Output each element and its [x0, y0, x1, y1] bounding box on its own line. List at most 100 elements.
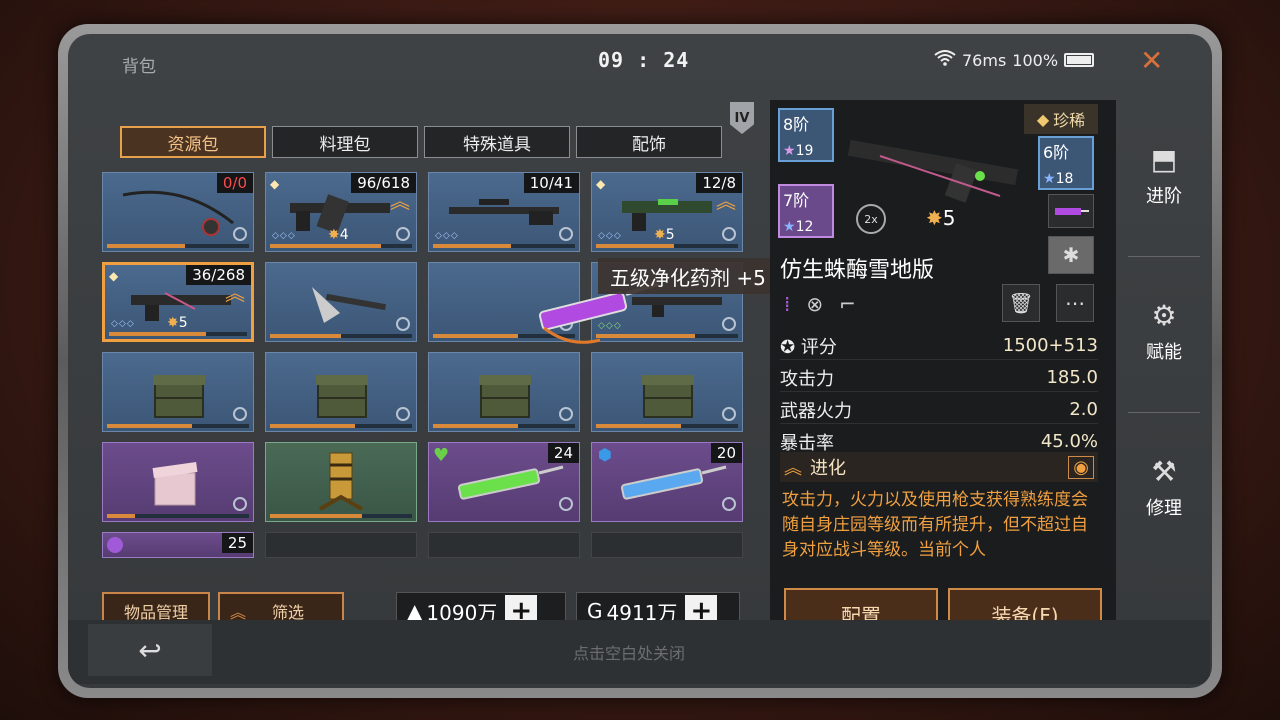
diamond-icon: ◆: [270, 177, 280, 191]
quality-dots: ◇◇◇: [435, 231, 459, 241]
more-button[interactable]: ⋯: [1056, 284, 1094, 322]
crate-icon: [642, 375, 694, 418]
bottom-bar: ↩ 点击空白处关闭: [68, 620, 1210, 684]
golden-totem-icon: [319, 452, 363, 511]
item-slot-selected[interactable]: ◆ 36/268 ︽ ◇◇◇ ✸5: [102, 262, 254, 342]
multiplier-icon[interactable]: 2x: [856, 204, 886, 234]
axe-icon: [312, 287, 387, 323]
weapon-star-level: ✸5: [926, 206, 956, 230]
item-slot[interactable]: [102, 442, 254, 522]
attachment-slot[interactable]: [1048, 194, 1094, 228]
close-icon[interactable]: ✕: [1140, 44, 1163, 77]
syringe-small-icon: [1055, 208, 1089, 215]
item-count: 20: [710, 443, 742, 463]
ping-value: 76ms: [962, 50, 1007, 70]
evolution-description: 攻击力，火力以及使用枪支获得熟练度会随自身庄园等级而有所提升，但不超过自身对应战…: [782, 490, 1088, 560]
side-item-advance[interactable]: ⬒ 进阶: [1118, 120, 1210, 230]
tier-badge: IV: [730, 102, 754, 134]
tab-special-items[interactable]: 特殊道具: [424, 126, 570, 158]
chevron-up-icon: ︽: [784, 458, 802, 479]
durability-bar: [270, 424, 412, 428]
back-arrow-icon: ↩: [138, 633, 162, 667]
crosshair-icon: ⊗: [806, 292, 824, 316]
stat-row-attack: 攻击力 185.0: [780, 364, 1098, 392]
side-item-repair[interactable]: ⚒ 修理: [1118, 432, 1210, 542]
item-slot[interactable]: [265, 442, 417, 522]
star-level: ✸5: [167, 315, 188, 331]
lock-icon: [722, 407, 736, 421]
lock-icon: [396, 227, 410, 241]
lock-icon: [233, 497, 247, 511]
quality-dots: ◇◇◇: [272, 231, 296, 241]
quality-dots: ◇◇◇: [111, 319, 135, 329]
status-indicators: 76ms 100%: [934, 50, 1095, 70]
tier-thumb-8[interactable]: 8阶 ★19: [778, 108, 834, 162]
crate-icon: [153, 375, 205, 418]
page-title: 背包: [122, 57, 156, 77]
spider-skin-icon[interactable]: ✱: [1048, 236, 1094, 274]
trash-icon: 🗑: [1008, 291, 1034, 315]
lock-icon: [722, 227, 736, 241]
item-slot[interactable]: [265, 262, 417, 342]
item-slot[interactable]: 25: [102, 532, 254, 558]
item-slot[interactable]: [265, 352, 417, 432]
lock-icon: [559, 407, 573, 421]
item-slot-empty[interactable]: [428, 532, 580, 558]
durability-bar: [270, 334, 412, 338]
hammer-icon: ⚒: [1151, 454, 1177, 488]
item-count: 10/41: [523, 173, 579, 193]
tier-thumb-7[interactable]: 7阶 ★12: [778, 184, 834, 238]
item-slot[interactable]: ◆ 96/618 ︽ ◇◇◇ ✸4: [265, 172, 417, 252]
side-item-empower[interactable]: ⚙ 赋能: [1118, 276, 1210, 386]
upgrade-chevron-icon: ︽: [716, 189, 736, 213]
lock-icon: [396, 317, 410, 331]
item-grid: 0/0 ◆ 96/618 ︽ ◇◇◇ ✸4 10/41 ◇◇◇ ◆ 12/8 ︽…: [102, 172, 743, 558]
delete-button[interactable]: 🗑: [1002, 284, 1040, 322]
inventory-panel: 资源包 料理包 特殊道具 配饰 IV 0/0 ◆ 96/618 ︽ ◇◇◇ ✸4…: [90, 98, 754, 630]
diamond-icon: ◆: [596, 177, 606, 191]
tab-bar: 资源包 料理包 特殊道具 配饰: [120, 126, 722, 158]
star-level: ✸5: [654, 227, 675, 243]
item-slot[interactable]: ♥ 24: [428, 442, 580, 522]
tab-food-pack[interactable]: 料理包: [272, 126, 418, 158]
tier-thumb-6[interactable]: 6阶 ★18: [1038, 136, 1094, 190]
shield-icon: ⬢: [598, 445, 612, 464]
upgrade-chevron-icon: ︽: [390, 189, 410, 213]
side-menu: ⬒ 进阶 ⚙ 赋能 ⚒ 修理: [1118, 100, 1210, 630]
gear-icon: ⚙: [1151, 298, 1177, 332]
durability-bar: [107, 424, 249, 428]
lock-icon: [722, 317, 736, 331]
weapon-detail-panel: 8阶 ★19 7阶 ★12 6阶 ★18 ◆ 珍稀 2x ✸5 ✱ 仿生蛛酶雪地…: [770, 100, 1116, 640]
lock-icon: [396, 407, 410, 421]
item-tooltip: 五级净化药剂 +5: [598, 258, 782, 294]
item-slot[interactable]: [428, 352, 580, 432]
lock-icon: [559, 497, 573, 511]
item-count: 24: [547, 443, 579, 463]
more-icon: ⋯: [1065, 291, 1085, 315]
item-slot-empty[interactable]: [591, 532, 743, 558]
tab-accessories[interactable]: 配饰: [576, 126, 722, 158]
item-slot[interactable]: 10/41 ◇◇◇: [428, 172, 580, 252]
weapon-name: 仿生蛛酶雪地版: [780, 258, 935, 283]
crate-icon: [316, 375, 368, 418]
item-slot[interactable]: ⬢ 20: [591, 442, 743, 522]
item-slot[interactable]: ◆ 12/8 ︽ ◇◇◇ ✸5: [591, 172, 743, 252]
lock-icon: [559, 227, 573, 241]
tab-resource-pack[interactable]: 资源包: [120, 126, 266, 158]
crate-icon: [479, 375, 531, 418]
close-hint: 点击空白处关闭: [573, 644, 686, 663]
divider: [1128, 412, 1200, 413]
stat-row-firepower: 武器火力 2.0: [780, 396, 1098, 424]
star-level: ✸4: [328, 227, 349, 243]
heart-plus-icon: ♥: [433, 445, 450, 466]
rarity-badge: ◆ 珍稀: [1024, 104, 1098, 134]
eye-icon[interactable]: ◉: [1068, 455, 1094, 479]
item-slot[interactable]: [591, 352, 743, 432]
durability-bar: [433, 424, 575, 428]
item-slot[interactable]: 0/0: [102, 172, 254, 252]
back-button[interactable]: ↩: [88, 624, 212, 676]
item-slot[interactable]: [102, 352, 254, 432]
item-slot-empty[interactable]: [265, 532, 417, 558]
lock-icon: [722, 497, 736, 511]
diamond-icon: ◆: [109, 269, 119, 283]
